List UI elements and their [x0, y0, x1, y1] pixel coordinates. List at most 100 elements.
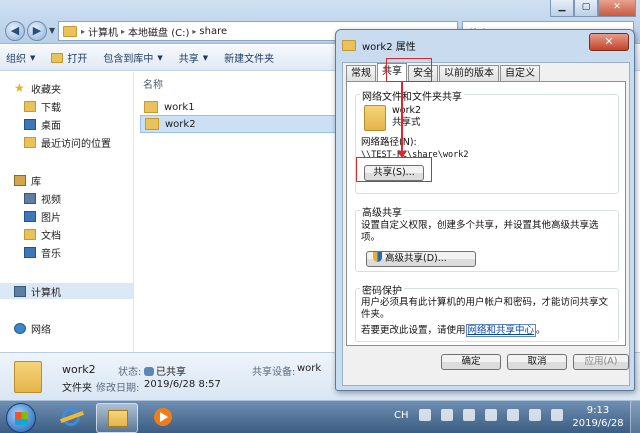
show-desktop-button[interactable]	[630, 401, 640, 433]
nav-network[interactable]: 网络	[14, 320, 51, 336]
nav-label: 计算机	[31, 287, 61, 299]
open-button[interactable]: 打开	[51, 50, 87, 65]
network-status-icon[interactable]	[528, 409, 541, 421]
taskbar-windows-explorer[interactable]	[96, 403, 138, 433]
close-window-button[interactable]: ✕	[598, 0, 636, 17]
nav-recent[interactable]: 最近访问的位置	[24, 134, 111, 150]
file-item-work2[interactable]: work2	[140, 115, 340, 133]
network-icon	[14, 322, 26, 334]
ok-button[interactable]: 确定	[441, 354, 501, 370]
share-with-menu[interactable]: 共享 ▼	[178, 50, 209, 66]
nav-label: 最近访问的位置	[41, 138, 111, 150]
password-description: 用户必须具有此计算机的用户帐户和密码，才能访问共享文件夹。	[361, 297, 609, 320]
chevron-right-icon: ▸	[192, 26, 197, 36]
folder-icon	[144, 101, 158, 113]
tab-strip: 常规 共享 安全 以前的版本 自定义	[346, 63, 541, 81]
download-folder-icon	[24, 100, 36, 112]
nav-libraries[interactable]: 库	[14, 172, 41, 188]
uac-shield-icon	[373, 252, 382, 262]
network-sharing-group: 网络文件和文件夹共享 work2 共享式 网络路径(N): \\TEST-PC\…	[355, 88, 619, 194]
computer-icon	[14, 285, 26, 297]
breadcrumb-drive[interactable]: 本地磁盘 (C:)	[128, 24, 189, 39]
advanced-sharing-description: 设置自定义权限，创建多个共享，并设置其他高级共享选项。	[361, 220, 599, 243]
folder-icon	[342, 39, 356, 51]
details-modified: 2019/6/28 8:57	[144, 379, 221, 390]
annotation-arrow-head	[397, 151, 407, 158]
input-method-icon[interactable]	[440, 409, 453, 421]
file-name: work2	[165, 118, 196, 130]
tab-general[interactable]: 常规	[346, 65, 376, 81]
tab-customize[interactable]: 自定义	[500, 65, 540, 81]
nav-label: 网络	[31, 324, 51, 336]
video-icon	[24, 192, 36, 204]
keyboard-icon[interactable]	[418, 409, 431, 421]
nav-desktop[interactable]: 桌面	[24, 116, 61, 132]
clock-date: 2019/6/28	[572, 418, 624, 429]
tab-previous-versions[interactable]: 以前的版本	[439, 65, 499, 81]
nav-computer[interactable]: 计算机	[0, 283, 133, 299]
star-icon: ★	[14, 80, 25, 95]
windows-explorer-icon	[108, 410, 128, 427]
network-sharing-center-link[interactable]: 网络和共享中心	[465, 324, 537, 337]
share-with-label: 共享	[178, 54, 199, 65]
history-dropdown-icon[interactable]: ▼	[49, 26, 55, 35]
nav-music[interactable]: 音乐	[24, 244, 61, 260]
maximize-button[interactable]: ▢	[574, 0, 598, 17]
chevron-right-icon: ▸	[121, 26, 126, 36]
show-hidden-icons-icon[interactable]	[484, 409, 497, 421]
change-setting-text: 若要更改此设置，请使用 网络和共享中心。	[361, 324, 546, 337]
details-state: 已共享	[144, 363, 186, 378]
annotation-arrow-line	[401, 82, 403, 154]
nav-favorites[interactable]: ★ 收藏夹	[14, 80, 61, 96]
nav-pictures[interactable]: 图片	[24, 208, 61, 224]
apply-button[interactable]: 应用(A)	[573, 354, 629, 370]
breadcrumb-computer[interactable]: 计算机	[88, 24, 118, 39]
minimize-button[interactable]: ▁	[550, 0, 574, 17]
details-type: 文件夹	[62, 383, 92, 394]
tab-sharing[interactable]: 共享	[377, 63, 407, 81]
nav-label: 收藏夹	[31, 84, 61, 96]
clock[interactable]: 9:13 2019/6/28	[568, 404, 628, 430]
advanced-sharing-button-label: 高级共享(D)...	[385, 253, 447, 264]
file-name: work1	[164, 101, 195, 113]
column-header-name[interactable]: 名称	[143, 76, 163, 91]
advanced-sharing-group: 高级共享 设置自定义权限，创建多个共享，并设置其他高级共享选项。 高级共享(D)…	[355, 204, 619, 272]
folder-icon	[63, 25, 77, 37]
taskbar-internet-explorer[interactable]	[50, 403, 92, 433]
shared-folder-icon	[364, 105, 386, 131]
include-in-library-menu[interactable]: 包含到库中 ▼	[103, 50, 162, 66]
properties-dialog: work2 属性 ✕ 常规 共享 安全 以前的版本 自定义 网络文件和文件夹共享…	[335, 29, 635, 391]
taskbar-media-player[interactable]	[142, 403, 184, 433]
details-name: work2	[62, 363, 96, 376]
share-button[interactable]: 共享(S)...	[364, 165, 424, 181]
folder-icon	[145, 118, 159, 130]
nav-label: 图片	[41, 212, 61, 224]
chevron-down-icon: ▼	[30, 53, 36, 62]
language-indicator[interactable]: CH	[394, 410, 409, 421]
breadcrumb-share[interactable]: share	[199, 26, 227, 37]
nav-downloads[interactable]: 下载	[24, 98, 61, 114]
help-icon[interactable]	[462, 409, 475, 421]
nav-documents[interactable]: 文档	[24, 226, 61, 242]
nav-videos[interactable]: 视频	[24, 190, 61, 206]
taskbar: CH 9:13 2019/6/28	[0, 400, 640, 433]
tab-security[interactable]: 安全	[408, 65, 438, 81]
advanced-sharing-button[interactable]: 高级共享(D)...	[366, 251, 476, 267]
change-prefix: 若要更改此设置，请使用	[361, 325, 466, 336]
start-button[interactable]	[6, 403, 36, 433]
forward-button[interactable]: ▶	[27, 21, 47, 41]
nav-label: 下载	[41, 102, 61, 114]
organize-menu[interactable]: 组织 ▼	[6, 50, 36, 66]
action-center-flag-icon[interactable]	[506, 409, 519, 421]
chevron-down-icon: ▼	[202, 53, 209, 62]
volume-icon[interactable]	[550, 409, 563, 421]
nav-label: 库	[31, 176, 41, 188]
back-button[interactable]: ◀	[5, 21, 25, 41]
file-item-work1[interactable]: work1	[140, 98, 340, 116]
open-label: 打开	[67, 54, 88, 65]
details-share-value: work	[297, 363, 322, 374]
dialog-close-button[interactable]: ✕	[589, 33, 629, 51]
new-folder-button[interactable]: 新建文件夹	[224, 50, 274, 65]
cancel-button[interactable]: 取消	[507, 354, 567, 370]
picture-icon	[24, 210, 36, 222]
